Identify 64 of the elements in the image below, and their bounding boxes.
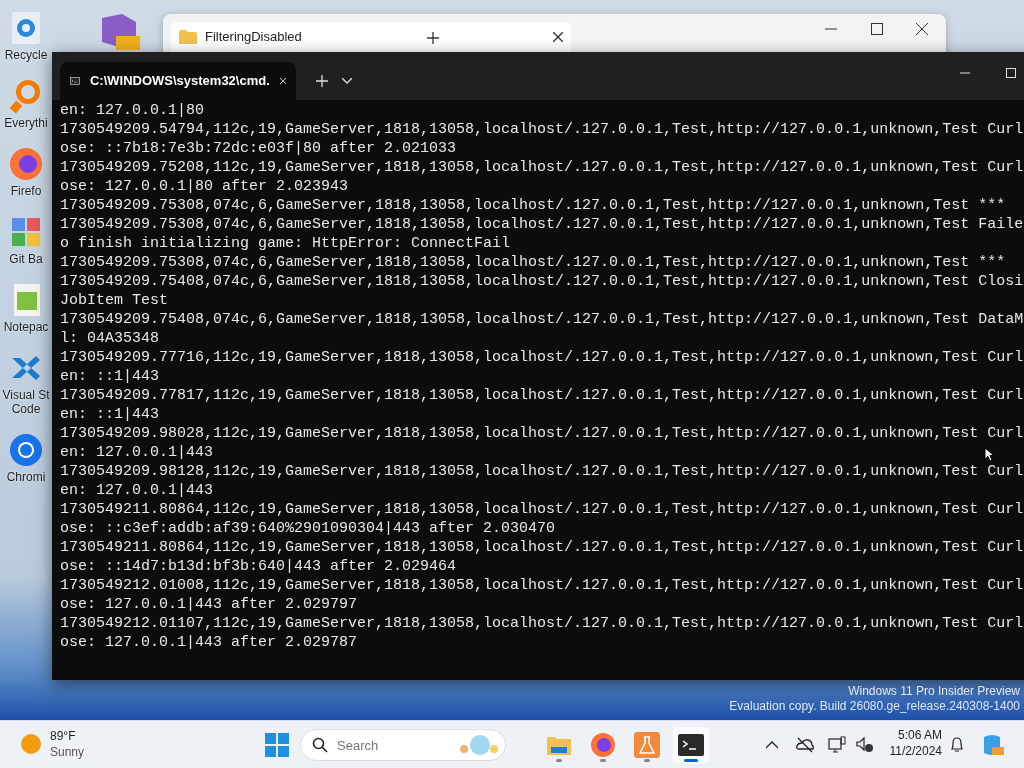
output-line: 1730549209.75408,074c,6,GameServer,1818,13058,localhost/.127.0.0.1,Test,http://127.0.0.1,unknown,Test DataM — [60, 310, 1024, 329]
output-line: 1730549209.75308,074c,6,GameServer,1818,13058,localhost/.127.0.0.1,Test,http://127.0.0.1,unknown,Test Faile — [60, 215, 1024, 234]
output-line: en: ::1|443 — [60, 405, 160, 424]
output-line: l: 04A35348 — [60, 329, 160, 348]
output-line: ose: 127.0.0.1|80 after 2.023943 — [60, 177, 349, 196]
close-icon[interactable] — [916, 23, 928, 35]
output-line: 1730549211.80864,112c,19,GameServer,1818,13058,localhost/.127.0.0.1,Test,http://127.0.0.1,unknown,Test Curl — [60, 538, 1024, 557]
output-line: 1730549212.01008,112c,19,GameServer,1818,13058,localhost/.127.0.0.1,Test,http://127.0.0.1,unknown,Test Curl — [60, 576, 1024, 595]
output-line: en: 127.0.0.1|80 — [60, 101, 205, 120]
watermark-text: Evaluation copy. Build 26080.ge_release.240308-1400 — [729, 699, 1020, 714]
output-line: ose: ::14d7:b13d:bf3b:640|443 after 2.029464 — [60, 557, 457, 576]
output-line: ose: 127.0.0.1|443 after 2.029797 — [60, 595, 358, 614]
output-line: ose: ::c3ef:addb:af39:640%2901090304|443 after 2.030470 — [60, 519, 556, 538]
output-line: 1730549209.77817,112c,19,GameServer,1818,13058,localhost/.127.0.0.1,Test,http://127.0.0.1,unknown,Test Curl — [60, 386, 1024, 405]
plus-icon[interactable] — [427, 32, 439, 44]
speaker-muted-icon[interactable] — [856, 737, 874, 753]
cloud-off-icon[interactable] — [796, 737, 814, 753]
temperature-text: 89°F — [50, 728, 77, 744]
search-field[interactable]: Search — [300, 729, 506, 761]
bell-icon[interactable] — [950, 737, 964, 753]
output-line: en: 127.0.0.1|443 — [60, 443, 214, 462]
output-line: ose: ::7b18:7e3b:72dc:e03f|80 after 2.021033 — [60, 139, 457, 158]
output-line: 1730549209.75408,074c,6,GameServer,1818,13058,localhost/.127.0.0.1,Test,http://127.0.0.1,unknown,Test Closi — [60, 272, 1024, 291]
output-line: 1730549211.80864,112c,19,GameServer,1818,13058,localhost/.127.0.0.1,Test,http://127.0.0.1,unknown,Test Curl — [60, 500, 1024, 519]
taskbar-app[interactable] — [673, 727, 709, 763]
chevron-up-icon[interactable] — [766, 741, 778, 749]
output-line: 1730549209.77716,112c,19,GameServer,1818,13058,localhost/.127.0.0.1,Test,http://127.0.0.1,unknown,Test Curl — [60, 348, 1024, 367]
output-line: JobItem Test — [60, 291, 169, 310]
cursor-icon — [984, 447, 995, 462]
output-line: 1730549209.54794,112c,19,GameServer,1818,13058,localhost/.127.0.0.1,Test,http://127.0.0.1,unknown,Test Curl — [60, 120, 1024, 139]
weather-widget[interactable]: 89°F Sunny — [20, 728, 85, 760]
search-icon — [312, 737, 328, 753]
terminal-icon — [677, 731, 705, 759]
icon-label[interactable]: Everythi — [4, 116, 48, 130]
output-line: 1730549209.98128,112c,19,GameServer,1818,13058,localhost/.127.0.0.1,Test,http://127.0.0.1,unknown,Test Curl — [60, 462, 1024, 481]
output-line: 1730549212.01107,112c,19,GameServer,1818,13058,localhost/.127.0.0.1,Test,http://127.0.0.1,unknown,Test Curl — [60, 614, 1024, 633]
output-line: 1730549209.75208,112c,19,GameServer,1818,13058,localhost/.127.0.0.1,Test,http://127.0.0.1,unknown,Test Curl — [60, 158, 1024, 177]
condition-text: Sunny — [50, 744, 85, 760]
start-icon[interactable] — [265, 733, 289, 757]
output-line: 1730549209.98028,112c,19,GameServer,1818,13058,localhost/.127.0.0.1,Test,http://127.0.0.1,unknown,Test Curl — [60, 424, 1024, 443]
watermark-text: Windows 11 Pro Insider Preview — [847, 684, 1020, 699]
icon-label[interactable]: Git Ba — [9, 252, 43, 266]
chevron-down-icon[interactable] — [342, 78, 352, 84]
icon-label[interactable]: Firefo — [10, 184, 42, 198]
clock[interactable]: 5:06 AM 11/2/2024 — [884, 727, 942, 759]
tab[interactable]: FilteringDisabled — [171, 22, 571, 52]
icon-label[interactable]: Notepac — [3, 320, 49, 334]
flask-icon — [633, 731, 661, 759]
tab[interactable]: C:\WINDOWS\system32\cmd. — [60, 62, 296, 100]
output-line: 1730549209.75308,074c,6,GameServer,1818,13058,localhost/.127.0.0.1,Test,http://127.0.0.1,unknown,Test *** — [60, 253, 1006, 272]
output-line: 1730549209.75308,074c,6,GameServer,1818,13058,localhost/.127.0.0.1,Test,http://127.0.0.1,unknown,Test *** — [60, 196, 1006, 215]
close-icon[interactable] — [553, 32, 563, 42]
icon-label[interactable]: Chromi — [6, 470, 46, 484]
output-line: ose: 127.0.0.1|443 after 2.029787 — [60, 633, 358, 652]
output-line: o finish initializing game: HttpError: ConnectFail — [60, 234, 511, 253]
folder-icon — [179, 30, 197, 44]
icon-label[interactable]: Visual St Code — [2, 388, 50, 416]
sun-icon — [20, 733, 42, 755]
network-icon[interactable] — [828, 736, 846, 754]
icon-label[interactable]: Recycle — [4, 48, 48, 62]
output-line: en: 127.0.0.1|443 — [60, 481, 214, 500]
terminal-icon — [70, 75, 80, 87]
maximize-icon[interactable] — [871, 23, 883, 35]
output-line: en: ::1|443 — [60, 367, 160, 386]
